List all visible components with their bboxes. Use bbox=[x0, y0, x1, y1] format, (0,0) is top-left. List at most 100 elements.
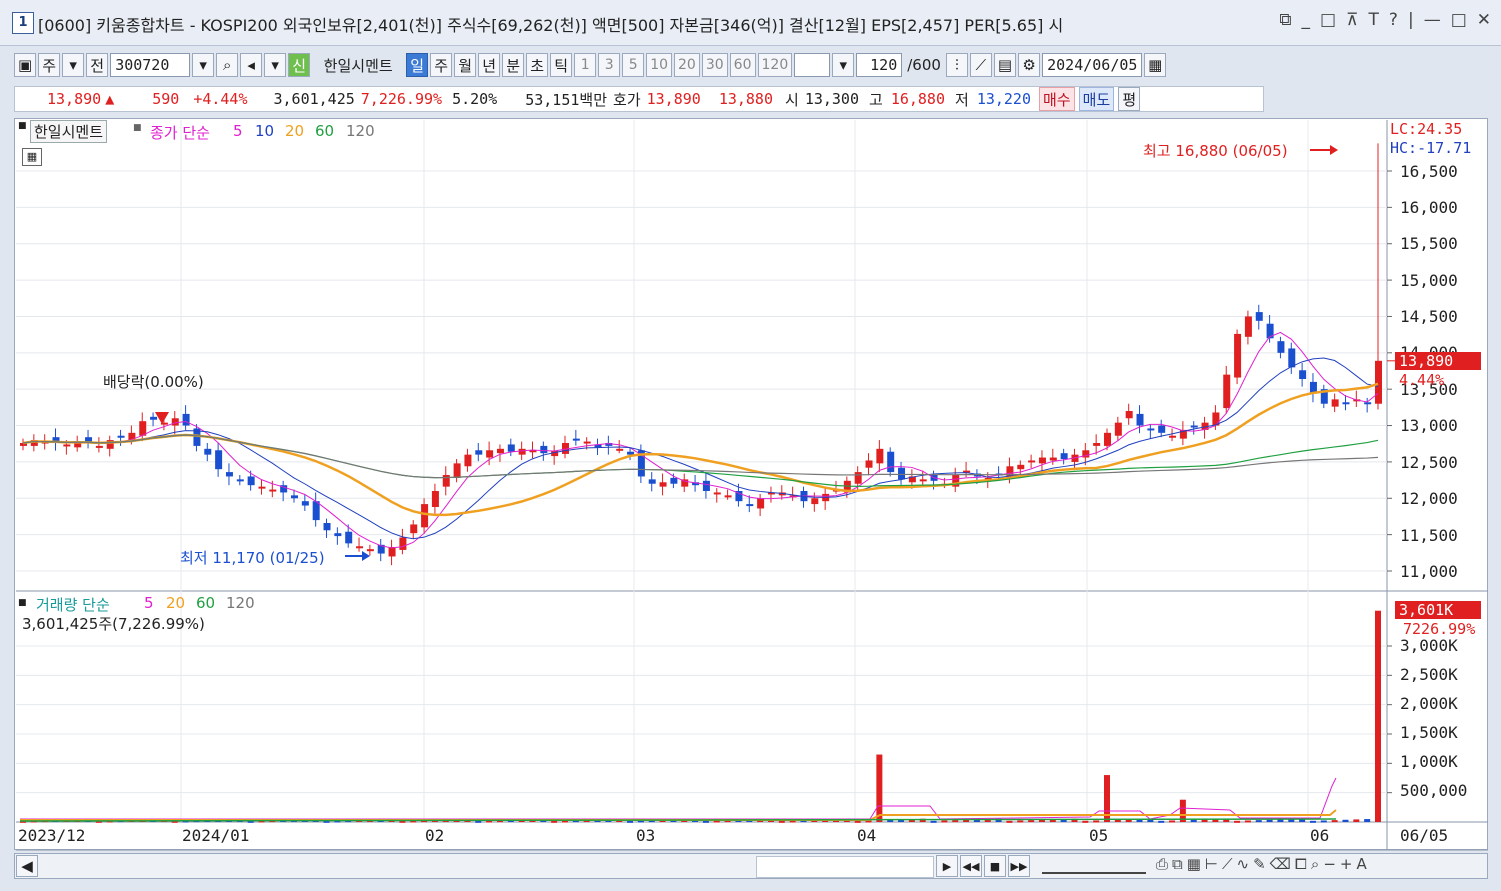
ytick-16000: 16,000 bbox=[1400, 198, 1458, 217]
volume-bar bbox=[876, 754, 883, 822]
candle-body bbox=[95, 445, 103, 448]
zoom-search-icon[interactable]: ⌕ bbox=[1311, 855, 1319, 873]
candle-body bbox=[442, 475, 450, 487]
legend-close-ma: 종가 단순 bbox=[150, 124, 210, 142]
volume-bar bbox=[952, 820, 959, 823]
table-grid-icon[interactable]: ▦ bbox=[22, 148, 42, 166]
candle-body bbox=[865, 460, 873, 468]
fast-forward-icon[interactable]: ▶▶ bbox=[1008, 855, 1030, 877]
candle-body bbox=[627, 451, 635, 455]
candle-body bbox=[496, 448, 504, 454]
candle-body bbox=[421, 504, 429, 528]
volume-value-line: 3,601,425주(7,226.99%) bbox=[22, 615, 205, 633]
volume-panel-bg bbox=[16, 592, 1387, 822]
candle-body bbox=[334, 533, 342, 537]
panel-toggle-icon[interactable]: ■ bbox=[18, 121, 27, 131]
candle-body bbox=[1364, 402, 1372, 405]
candle-body bbox=[1060, 453, 1068, 459]
ytick-15000: 15,000 bbox=[1400, 271, 1458, 290]
price-series-name[interactable]: 한일시멘트 bbox=[30, 120, 108, 143]
ytick-14500: 14,500 bbox=[1400, 307, 1458, 326]
volume-bar bbox=[1082, 820, 1089, 823]
candle-body bbox=[572, 438, 580, 441]
volume-bar bbox=[1093, 820, 1100, 823]
candle-body bbox=[1147, 428, 1155, 431]
candle-body bbox=[1299, 370, 1307, 379]
candle-body bbox=[464, 454, 472, 467]
volume-bar bbox=[1169, 820, 1176, 823]
scrollbar-thumb[interactable] bbox=[756, 856, 934, 878]
candle-body bbox=[1038, 457, 1046, 464]
candle-body bbox=[1093, 443, 1101, 446]
volume-legend-name: 거래량 단순 bbox=[36, 596, 110, 614]
trend-icon[interactable]: ⟋ bbox=[1222, 855, 1233, 873]
wave-icon[interactable]: ∿ bbox=[1237, 855, 1250, 873]
xtick-2023-12: 2023/12 bbox=[18, 826, 86, 845]
candle-body bbox=[1223, 374, 1231, 409]
candle-body bbox=[388, 547, 396, 557]
candle-body bbox=[1169, 435, 1177, 438]
scroll-left-button[interactable]: ◀ bbox=[16, 855, 38, 877]
ytick-15500: 15,500 bbox=[1400, 234, 1458, 253]
candle-body bbox=[887, 451, 895, 473]
candle-body bbox=[431, 491, 439, 507]
volume-bar bbox=[475, 820, 482, 823]
zoom-out-icon[interactable]: − bbox=[1323, 855, 1336, 873]
candle-body bbox=[247, 476, 255, 486]
volume-bar bbox=[1331, 820, 1338, 823]
ytick-11500: 11,500 bbox=[1400, 526, 1458, 545]
candle-body bbox=[1375, 360, 1382, 404]
crosshair-icon[interactable]: ⊢ bbox=[1205, 855, 1218, 873]
zoom-in-icon[interactable]: + bbox=[1340, 855, 1353, 873]
candle-body bbox=[204, 448, 212, 455]
rewind-icon[interactable]: ◀◀ bbox=[960, 855, 982, 877]
volume-bar bbox=[1364, 819, 1371, 822]
xtick-05: 05 bbox=[1089, 826, 1109, 845]
vtick-3000k: 3,000K bbox=[1400, 636, 1458, 655]
candle-body bbox=[540, 445, 548, 454]
pen-icon[interactable]: ✎ bbox=[1253, 855, 1266, 873]
candle-body bbox=[724, 495, 732, 498]
hc-value: HC:-17.71 bbox=[1390, 139, 1472, 157]
price-panel-bg bbox=[16, 120, 1387, 590]
zoom-slider[interactable] bbox=[1042, 860, 1146, 874]
eraser-icon[interactable]: ⌫ bbox=[1270, 855, 1291, 873]
candle-body bbox=[1049, 457, 1057, 461]
xtick-03: 03 bbox=[636, 826, 656, 845]
window-icon[interactable]: ⧠ bbox=[1295, 855, 1307, 873]
volume-bar bbox=[854, 820, 861, 823]
play-icon[interactable]: ▶ bbox=[936, 855, 958, 877]
vtick-1500k: 1,500K bbox=[1400, 723, 1458, 742]
grid-icon[interactable]: ▦ bbox=[1187, 855, 1201, 873]
volume-panel-toggle-icon[interactable]: ■ bbox=[18, 598, 27, 608]
current-price-tag: 13,890 bbox=[1395, 352, 1481, 370]
xtick-06: 06 bbox=[1310, 826, 1330, 845]
candle-body bbox=[410, 524, 418, 534]
volume-bar bbox=[1342, 819, 1349, 822]
candle-body bbox=[616, 448, 624, 451]
candle-body bbox=[507, 444, 515, 452]
print-icon[interactable]: ⎙ bbox=[1156, 855, 1168, 873]
candle-body bbox=[117, 435, 125, 438]
volume-bar bbox=[627, 820, 634, 823]
candle-body bbox=[1104, 432, 1111, 446]
volume-bar bbox=[1255, 820, 1262, 823]
candle-body bbox=[811, 498, 819, 505]
candle-body bbox=[486, 450, 494, 458]
auto-scale-icon[interactable]: A bbox=[1356, 855, 1366, 873]
candle-body bbox=[1028, 460, 1036, 463]
candle-body bbox=[1244, 316, 1252, 337]
candle-body bbox=[648, 479, 656, 484]
candle-body bbox=[356, 546, 364, 549]
candle-body bbox=[746, 504, 754, 507]
stop-icon[interactable]: ■ bbox=[984, 855, 1006, 877]
lc-value: LC:24.35 bbox=[1390, 120, 1463, 138]
legend-ma60: 60 bbox=[315, 122, 335, 140]
volume-legend-20: 20 bbox=[166, 594, 186, 612]
current-pct-tag: 4.44% bbox=[1399, 371, 1445, 389]
copy-icon[interactable]: ⧉ bbox=[1172, 855, 1183, 873]
volume-bar bbox=[1190, 819, 1197, 822]
candle-body bbox=[323, 523, 331, 531]
volume-bar bbox=[930, 820, 937, 823]
candle-body bbox=[150, 416, 158, 420]
